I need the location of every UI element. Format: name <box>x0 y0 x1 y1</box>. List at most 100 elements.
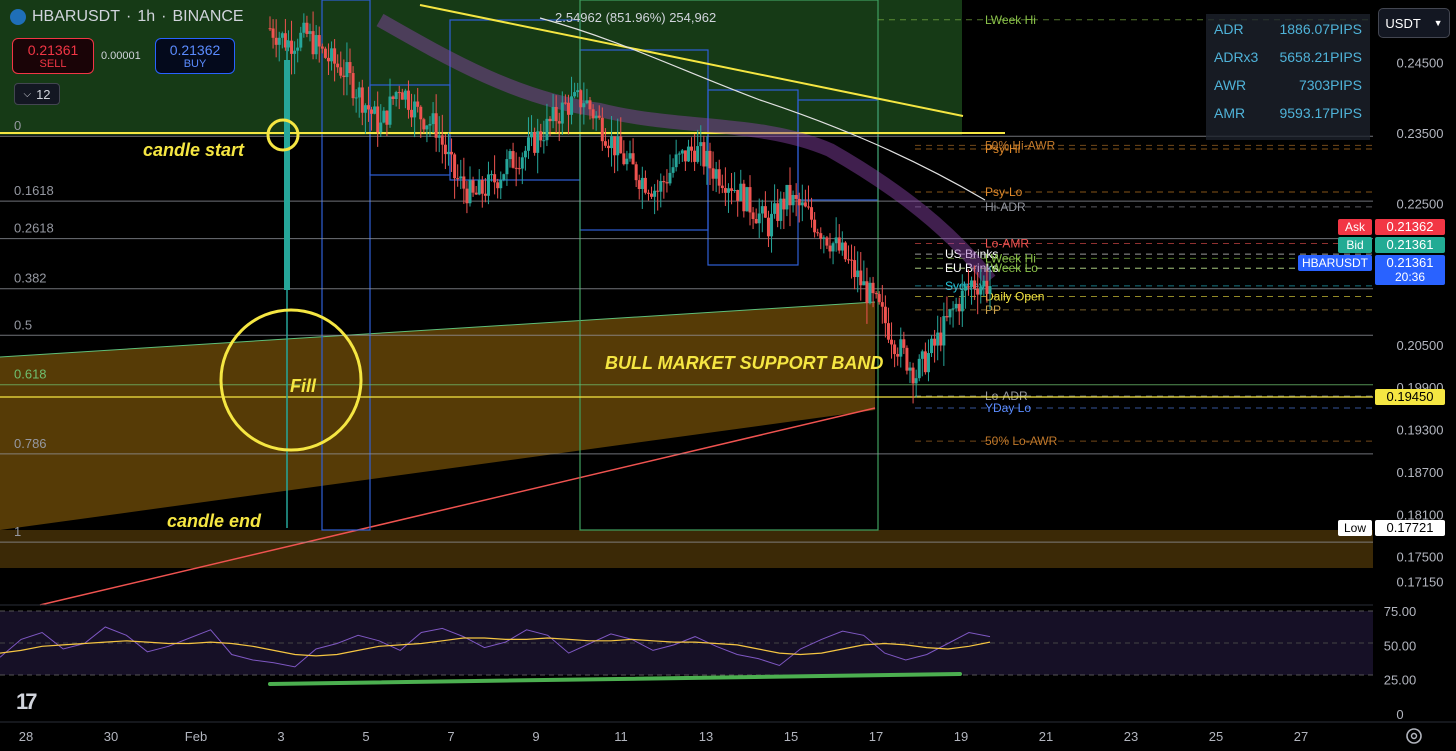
candle-body <box>865 281 869 304</box>
sell-button[interactable]: 0.21361 SELL <box>12 38 94 74</box>
level-label: LWeek Hi <box>985 13 1036 27</box>
level-label: Hi-ADR <box>985 200 1026 214</box>
candle-body <box>354 97 358 99</box>
candle-body <box>791 195 795 206</box>
pips-value: 7303PIPS <box>1298 77 1362 93</box>
candle-body <box>579 90 583 108</box>
candle-body <box>699 142 703 147</box>
candle-body <box>646 192 650 194</box>
pips-row: AMR 9593.17PIPS <box>1206 101 1370 126</box>
candle-body <box>336 63 340 68</box>
candle-body <box>930 338 934 354</box>
pips-row: AWR 7303PIPS <box>1206 73 1370 98</box>
sell-label: SELL <box>39 58 67 70</box>
candle-body <box>314 35 318 55</box>
time-tick-label: 3 <box>277 729 284 744</box>
candle-body <box>650 193 654 197</box>
candle-body <box>456 178 460 180</box>
tradingview-logo[interactable]: 17 <box>16 689 38 715</box>
candle-body <box>960 290 964 312</box>
time-tick-label: 23 <box>1124 729 1138 744</box>
candle-body <box>862 281 866 286</box>
fib-level-label: 0 <box>14 118 21 133</box>
candle-body <box>483 193 487 196</box>
measure-label: 2.54962 (851.96%) 254,962 <box>555 10 716 25</box>
candle-body <box>785 184 789 210</box>
candle-body <box>471 180 475 193</box>
candle-body <box>671 167 675 173</box>
candle-body <box>613 136 617 156</box>
candle-body <box>945 316 949 318</box>
currency-select[interactable]: USDT ▼ <box>1378 8 1450 38</box>
candle-body <box>920 351 924 359</box>
level-label: Psy-Hi <box>985 142 1020 156</box>
candle-body <box>794 195 798 199</box>
indicators-toggle[interactable]: ⌵ 12 <box>14 83 60 105</box>
fib-level-label: 0.786 <box>14 436 47 451</box>
candle-body <box>576 90 580 93</box>
price-tag-label: HBARUSDT <box>1302 256 1369 270</box>
symbol-name: HBARUSDT <box>32 8 121 25</box>
lower-orange-zone <box>0 530 1373 568</box>
candle-body <box>446 151 450 155</box>
candle-body <box>890 339 894 345</box>
candle-body <box>443 144 447 155</box>
candle-body <box>653 190 657 197</box>
interval-label[interactable]: 1h <box>137 8 155 26</box>
candle-body <box>831 243 835 252</box>
candle-body <box>886 323 890 340</box>
candle-body <box>293 50 297 54</box>
candle-body <box>296 47 300 51</box>
candle-body <box>302 22 306 33</box>
candle-body <box>277 37 281 45</box>
candle-body <box>843 242 847 260</box>
candle-body <box>868 282 872 304</box>
price-tag-value: 0.19450 <box>1387 389 1434 404</box>
candle-body <box>496 182 500 189</box>
candle-body <box>410 109 414 118</box>
level-label: 50% Lo-AWR <box>985 434 1058 448</box>
symbol-header[interactable]: HBARUSDT · 1h · BINANCE <box>10 8 244 26</box>
candle-body <box>403 90 407 100</box>
candle-body <box>634 164 638 181</box>
candle-body <box>708 150 712 169</box>
candle-body <box>637 180 641 189</box>
candle-body <box>385 110 389 125</box>
buy-price: 0.21362 <box>169 42 221 58</box>
buy-label: BUY <box>183 58 207 70</box>
candle-body <box>957 303 961 312</box>
fib-level-label: 0.382 <box>14 271 47 286</box>
candle-body <box>382 110 386 123</box>
sell-price: 0.21361 <box>27 42 79 58</box>
candle-body <box>431 113 435 125</box>
candle-body <box>610 136 614 149</box>
candle-body <box>502 174 506 180</box>
candle-body <box>770 213 774 237</box>
currency-label: USDT <box>1385 15 1421 31</box>
candle-body <box>911 367 915 384</box>
candle-body <box>926 353 930 373</box>
buy-button[interactable]: 0.21362 BUY <box>155 38 235 74</box>
candle-body <box>591 109 595 119</box>
time-tick-label: 7 <box>447 729 454 744</box>
candle-body <box>493 174 497 183</box>
candle-body <box>690 146 694 151</box>
candle-body <box>603 141 607 146</box>
candle-body <box>939 332 943 346</box>
candle-body <box>742 183 746 212</box>
candle-body <box>739 183 743 201</box>
candle-body <box>988 286 992 294</box>
candle-body <box>816 232 820 234</box>
pips-row: ADRx3 5658.21PIPS <box>1206 45 1370 70</box>
time-tick-label: 30 <box>104 729 118 744</box>
candle-body <box>517 168 521 170</box>
candle-body <box>840 242 844 251</box>
candle-body <box>317 35 321 47</box>
candle-body <box>674 154 678 168</box>
header-separator: · <box>126 8 132 25</box>
pips-row: ADR 1886.07PIPS <box>1206 17 1370 42</box>
price-tick-label: 0.22500 <box>1397 197 1444 212</box>
candle-body <box>643 177 647 193</box>
candle-body <box>914 378 918 384</box>
candle-body <box>600 117 604 142</box>
